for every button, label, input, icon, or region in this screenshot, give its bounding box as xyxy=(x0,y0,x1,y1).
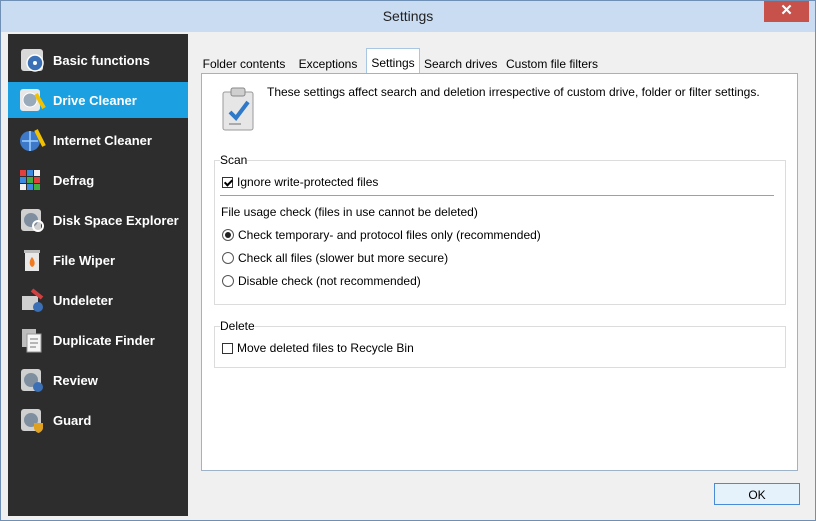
radio-option-all-files[interactable]: Check all files (slower but more secure) xyxy=(222,251,448,265)
file-wiper-icon xyxy=(24,250,40,271)
tab-exceptions[interactable]: Exceptions xyxy=(294,51,362,73)
ok-button[interactable]: OK xyxy=(714,483,800,505)
sidebar: Basic functions Drive Cleaner Internet C… xyxy=(8,34,188,516)
sidebar-item-label: File Wiper xyxy=(53,252,116,268)
review-icon xyxy=(21,369,43,392)
radio-option-temporary-only[interactable]: Check temporary- and protocol files only… xyxy=(222,228,541,242)
radio-temporary-only[interactable] xyxy=(222,229,234,241)
ignore-write-protected-checkbox[interactable] xyxy=(222,176,233,188)
clipboard-icon xyxy=(222,87,254,131)
drive-cleaner-icon xyxy=(20,89,46,111)
radio-disable-check[interactable] xyxy=(222,275,234,287)
sidebar-item-label: Basic functions xyxy=(53,52,150,68)
close-icon: ✕ xyxy=(780,2,793,19)
sidebar-item-disk-space-explorer[interactable]: Disk Space Explorer xyxy=(8,202,188,238)
ignore-write-protected-option[interactable]: Ignore write-protected files xyxy=(222,175,378,189)
settings-panel: These settings affect search and deletio… xyxy=(201,73,798,471)
sidebar-item-duplicate-finder[interactable]: Duplicate Finder xyxy=(8,322,188,358)
defrag-icon xyxy=(20,170,40,190)
undeleter-icon xyxy=(22,288,44,312)
duplicate-finder-icon xyxy=(22,329,42,353)
window-title: Settings xyxy=(382,8,434,24)
tab-custom-file-filters[interactable]: Custom file filters xyxy=(506,51,598,73)
info-text: These settings affect search and deletio… xyxy=(267,85,760,99)
settings-window: Settings ✕ Basic functions Drive Cleaner… xyxy=(0,0,816,521)
sidebar-item-label: Duplicate Finder xyxy=(53,332,155,348)
sidebar-item-guard[interactable]: Guard xyxy=(8,402,188,438)
basic-functions-icon xyxy=(21,49,44,72)
sidebar-item-undeleter[interactable]: Undeleter xyxy=(8,282,188,318)
sidebar-item-basic-functions[interactable]: Basic functions xyxy=(8,42,188,78)
move-to-recycle-bin-option[interactable]: Move deleted files to Recycle Bin xyxy=(222,341,414,355)
sidebar-item-file-wiper[interactable]: File Wiper xyxy=(8,242,188,278)
sidebar-item-label: Internet Cleaner xyxy=(53,132,152,148)
title-bar[interactable]: Settings ✕ xyxy=(1,1,815,32)
tab-search-drives[interactable]: Search drives xyxy=(424,51,497,73)
sidebar-item-internet-cleaner[interactable]: Internet Cleaner xyxy=(8,122,188,158)
content-area: Folder contents Exceptions Settings Sear… xyxy=(189,34,811,516)
usage-check-label: File usage check (files in use cannot be… xyxy=(221,205,478,219)
radio-label: Check all files (slower but more secure) xyxy=(238,251,449,265)
sidebar-item-label: Guard xyxy=(53,412,92,428)
radio-option-disable-check[interactable]: Disable check (not recommended) xyxy=(222,274,421,288)
scan-divider xyxy=(220,195,774,196)
scan-group-label: Scan xyxy=(220,153,248,167)
sidebar-item-label: Review xyxy=(53,372,98,388)
radio-label: Disable check (not recommended) xyxy=(238,274,421,288)
sidebar-item-label: Drive Cleaner xyxy=(53,92,137,108)
sidebar-item-drive-cleaner[interactable]: Drive Cleaner xyxy=(8,82,188,118)
move-to-recycle-bin-checkbox[interactable] xyxy=(222,342,233,354)
sidebar-item-defrag[interactable]: Defrag xyxy=(8,162,188,198)
ignore-write-protected-label: Ignore write-protected files xyxy=(237,175,379,189)
sidebar-item-label: Disk Space Explorer xyxy=(53,212,179,228)
radio-label: Check temporary- and protocol files only… xyxy=(238,228,541,242)
move-to-recycle-bin-label: Move deleted files to Recycle Bin xyxy=(237,341,414,355)
sidebar-item-review[interactable]: Review xyxy=(8,362,188,398)
guard-icon xyxy=(21,409,43,433)
delete-group-label: Delete xyxy=(220,319,255,333)
sidebar-item-label: Defrag xyxy=(53,172,95,188)
internet-cleaner-icon xyxy=(20,129,46,151)
close-button[interactable]: ✕ xyxy=(764,1,809,22)
disk-space-explorer-icon xyxy=(21,209,44,232)
radio-all-files[interactable] xyxy=(222,252,234,264)
tab-folder-contents[interactable]: Folder contents xyxy=(202,51,286,73)
sidebar-item-label: Undeleter xyxy=(53,292,113,308)
tab-settings[interactable]: Settings xyxy=(366,48,420,73)
